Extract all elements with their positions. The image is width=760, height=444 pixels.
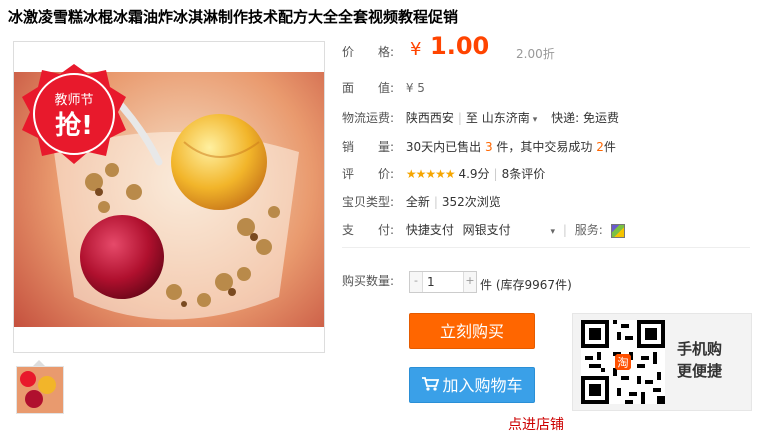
qr-code-icon: 淘 <box>581 320 665 404</box>
rating-label: 评 价: <box>342 167 395 181</box>
quantity-stepper: - + <box>409 271 477 293</box>
rating-score: 4.9分 <box>458 167 490 181</box>
price-label: 价 格: <box>342 45 395 59</box>
add-to-cart-button[interactable]: 加入购物车 <box>409 367 535 403</box>
ice-cream-photo: 教师节 抢! <box>14 42 324 352</box>
review-count-link[interactable]: 8条评价 <box>502 167 546 181</box>
enter-shop-link[interactable]: 点进店铺 <box>508 414 564 434</box>
payment-method-quick: 快捷支付 <box>405 223 454 237</box>
star-rating-icon: ★★★★★ <box>405 167 456 181</box>
quantity-label: 购买数量: <box>342 274 395 288</box>
mobile-qr-card[interactable]: 淘 手机购 更便捷 <box>572 313 752 411</box>
quantity-row: 购买数量: <box>342 272 402 290</box>
badge-top-text: 教师节 <box>54 92 93 108</box>
face-value-label: 面 值: <box>342 81 395 95</box>
divider <box>342 247 750 248</box>
view-count: 352次浏览 <box>441 195 501 209</box>
face-value-row: 面 值: ¥ 5 <box>342 79 425 97</box>
sales-label: 销 量: <box>342 140 395 154</box>
ship-to-prefix: 至 <box>465 111 478 125</box>
sales-count: 3 <box>484 140 493 154</box>
buy-now-button[interactable]: 立刻购买 <box>409 313 535 349</box>
product-thumbnail[interactable] <box>16 366 64 414</box>
quantity-unit: 件 <box>480 278 493 292</box>
price-value: 1.00 <box>430 32 490 60</box>
sales-prefix: 30天内已售出 <box>405 140 482 154</box>
sales-mid: 件，其中交易成功 <box>496 140 593 154</box>
payment-label: 支 付: <box>342 223 395 237</box>
ship-from: 陕西西安 <box>405 111 454 125</box>
quantity-decrease-button[interactable]: - <box>410 272 423 292</box>
stock-count: (库存9967件) <box>495 278 572 292</box>
product-title: 冰激凌雪糕冰棍冰霜油炸冰淇淋制作技术配方大全全套视频教程促销 <box>8 8 459 26</box>
cart-icon <box>421 369 440 405</box>
ship-to-select[interactable]: 山东济南 ▾ <box>482 111 538 125</box>
logistics-label: 物流运费: <box>342 111 395 125</box>
stock-info: 件 (库存9967件) <box>480 276 572 294</box>
sales-row: 销 量: 30天内已售出 3 件，其中交易成功 2件 <box>342 138 616 156</box>
price-row: 价 格: ¥ 1.00 2.00折 <box>342 34 555 61</box>
service-label: 服务: <box>574 223 603 237</box>
chevron-down-icon: ▾ <box>532 115 538 125</box>
mobile-line-2: 更便捷 <box>677 362 723 380</box>
price-currency: ¥ <box>410 39 422 60</box>
service-guarantee-icon[interactable] <box>610 223 625 238</box>
discount-text: 2.00折 <box>516 47 555 61</box>
payment-row: 支 付: 快捷支付 网银支付 ▾ | 服务: <box>342 221 625 239</box>
mobile-promo-text: 手机购 更便捷 <box>677 338 747 382</box>
item-condition: 全新 <box>405 195 430 209</box>
face-value: ¥ 5 <box>405 81 425 95</box>
payment-expand-icon[interactable]: ▾ <box>551 227 556 237</box>
badge-bottom-text: 抢! <box>55 110 93 141</box>
logistics-row: 物流运费: 陕西西安 | 至 山东济南 ▾ 快递: 免运费 <box>342 111 619 125</box>
shipping-fee: 快递: 免运费 <box>551 111 619 125</box>
item-type-row: 宝贝类型: 全新 | 352次浏览 <box>342 195 501 209</box>
add-to-cart-label: 加入购物车 <box>442 376 523 395</box>
payment-method-bank: 网银支付 <box>462 223 511 237</box>
item-type-label: 宝贝类型: <box>342 195 395 209</box>
quantity-input[interactable] <box>423 272 463 292</box>
quantity-increase-button[interactable]: + <box>463 272 476 292</box>
success-count: 2 <box>596 140 604 154</box>
product-main-image[interactable]: 教师节 抢! <box>13 41 325 353</box>
sales-suffix: 件 <box>603 140 616 154</box>
mobile-line-1: 手机购 <box>677 340 723 358</box>
rating-row: 评 价: ★★★★★ 4.9分 | 8条评价 <box>342 167 546 181</box>
svg-text:淘: 淘 <box>617 356 628 369</box>
